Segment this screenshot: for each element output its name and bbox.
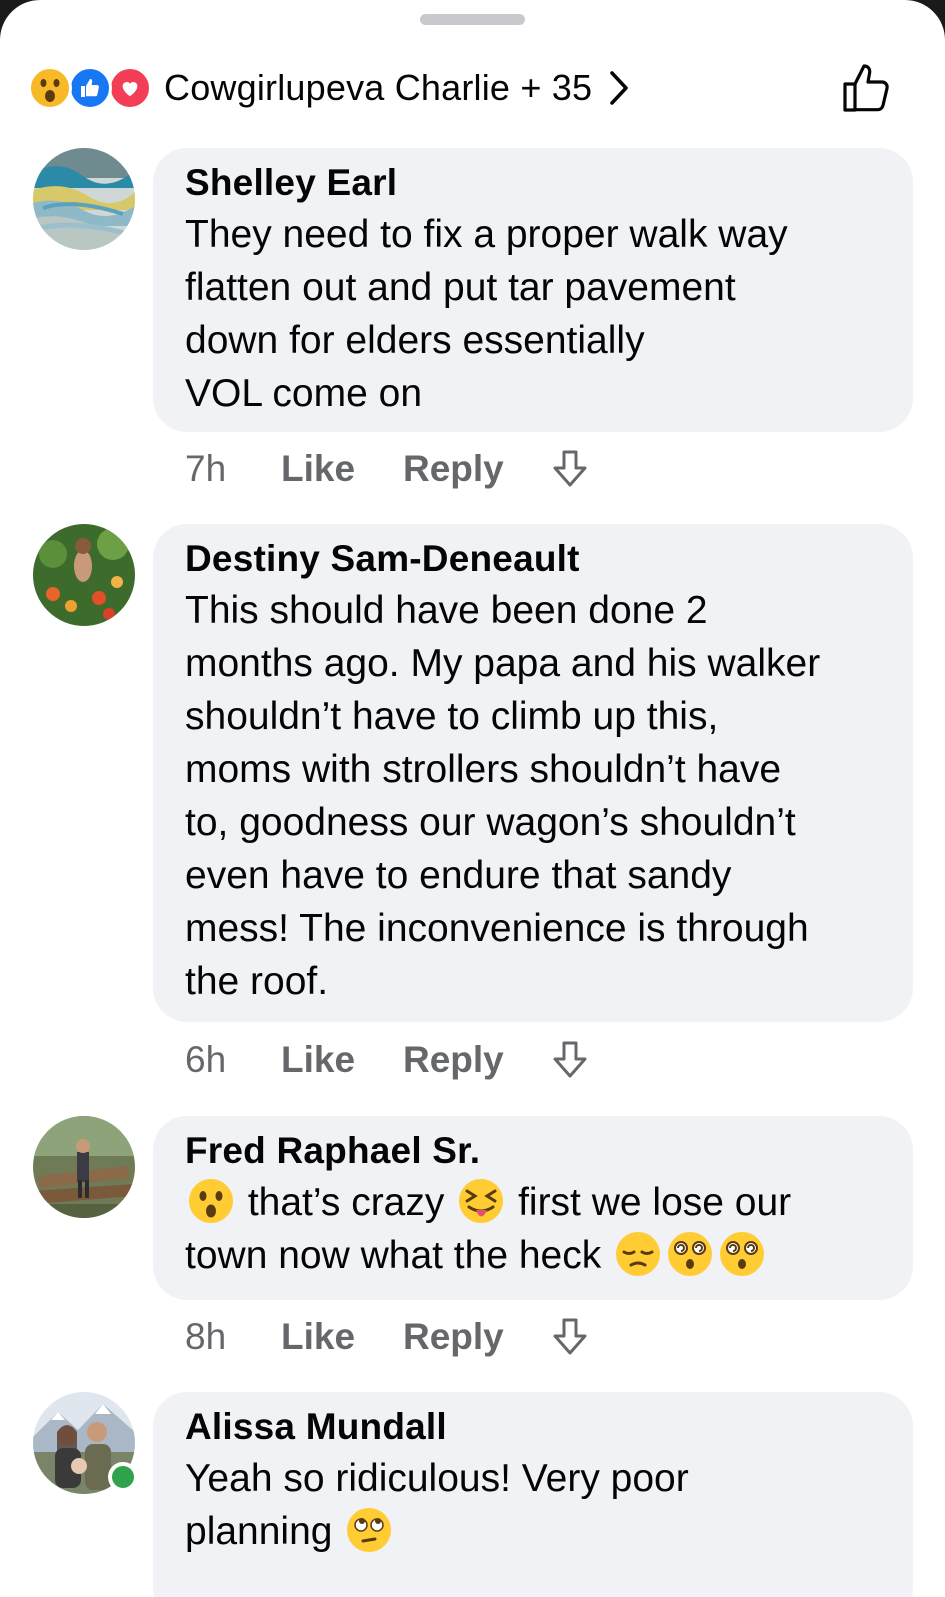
comment-text: They need to fix a proper walk way flatt… (185, 213, 788, 415)
comment-text-part: Yeah so ridiculous! Very poor (185, 1457, 689, 1500)
comment-actions: 6h Like Reply (185, 1035, 591, 1085)
comment-text-part: first we lose our (518, 1181, 792, 1224)
like-thumb-icon[interactable] (837, 58, 897, 118)
comment-text: This should have been done 2 months ago.… (185, 589, 821, 1003)
comment-time[interactable]: 8h (185, 1316, 281, 1358)
comment-actions: 7h Like Reply (185, 444, 591, 494)
astonished-emoji-icon (187, 1177, 235, 1225)
love-reaction-icon (108, 66, 152, 110)
reaction-icons (28, 66, 156, 110)
comment-author[interactable]: Fred Raphael Sr. (185, 1126, 883, 1176)
downvote-arrow-icon[interactable] (549, 448, 591, 490)
comment-bubble[interactable]: Alissa Mundall Yeah so ridiculous! Very … (153, 1392, 913, 1597)
comment-text: that’s crazy first we lose our town now … (185, 1176, 883, 1282)
comment-bubble[interactable]: Shelley Earl They need to fix a proper w… (153, 148, 913, 432)
dizzy-face-emoji-icon (666, 1230, 714, 1278)
avatar[interactable] (33, 524, 135, 626)
reply-button[interactable]: Reply (403, 448, 549, 490)
comment-time[interactable]: 7h (185, 448, 281, 490)
comment-text-part: town now what the heck (185, 1234, 602, 1277)
like-button[interactable]: Like (281, 448, 403, 490)
downvote-arrow-icon[interactable] (549, 1316, 591, 1358)
online-status-indicator (108, 1462, 138, 1492)
comment-time[interactable]: 6h (185, 1039, 281, 1081)
comment-text-part: that’s crazy (247, 1181, 445, 1224)
like-reaction-icon (68, 66, 112, 110)
reply-button[interactable]: Reply (403, 1039, 549, 1081)
wow-reaction-icon (28, 66, 72, 110)
like-button[interactable]: Like (281, 1316, 403, 1358)
chevron-right-icon[interactable] (608, 70, 630, 106)
reaction-names[interactable]: Cowgirlupeva Charlie + 35 (164, 67, 592, 109)
avatar[interactable] (33, 148, 135, 250)
comment-bubble[interactable]: Destiny Sam-Deneault This should have be… (153, 524, 913, 1022)
comment-author[interactable]: Shelley Earl (185, 158, 883, 208)
drag-handle[interactable] (420, 14, 525, 25)
comment-bubble[interactable]: Fred Raphael Sr. that’s crazy first we l… (153, 1116, 913, 1300)
comment-author[interactable]: Alissa Mundall (185, 1402, 883, 1452)
like-button[interactable]: Like (281, 1039, 403, 1081)
comments-sheet: Cowgirlupeva Charlie + 35 Shelley Earl T… (0, 0, 945, 1597)
reply-button[interactable]: Reply (403, 1316, 549, 1358)
pensive-emoji-icon (614, 1230, 662, 1278)
comment-author[interactable]: Destiny Sam-Deneault (185, 534, 883, 584)
reactions-summary[interactable]: Cowgirlupeva Charlie + 35 (28, 58, 908, 118)
avatar[interactable] (33, 1116, 135, 1218)
dizzy-face-emoji-icon (718, 1230, 766, 1278)
squinting-tongue-emoji-icon (457, 1177, 505, 1225)
eye-roll-emoji-icon (345, 1506, 393, 1554)
comment-text-part: planning (185, 1510, 333, 1553)
comment-actions: 8h Like Reply (185, 1312, 591, 1362)
comment-text: Yeah so ridiculous! Very poor planning (185, 1452, 883, 1558)
downvote-arrow-icon[interactable] (549, 1039, 591, 1081)
